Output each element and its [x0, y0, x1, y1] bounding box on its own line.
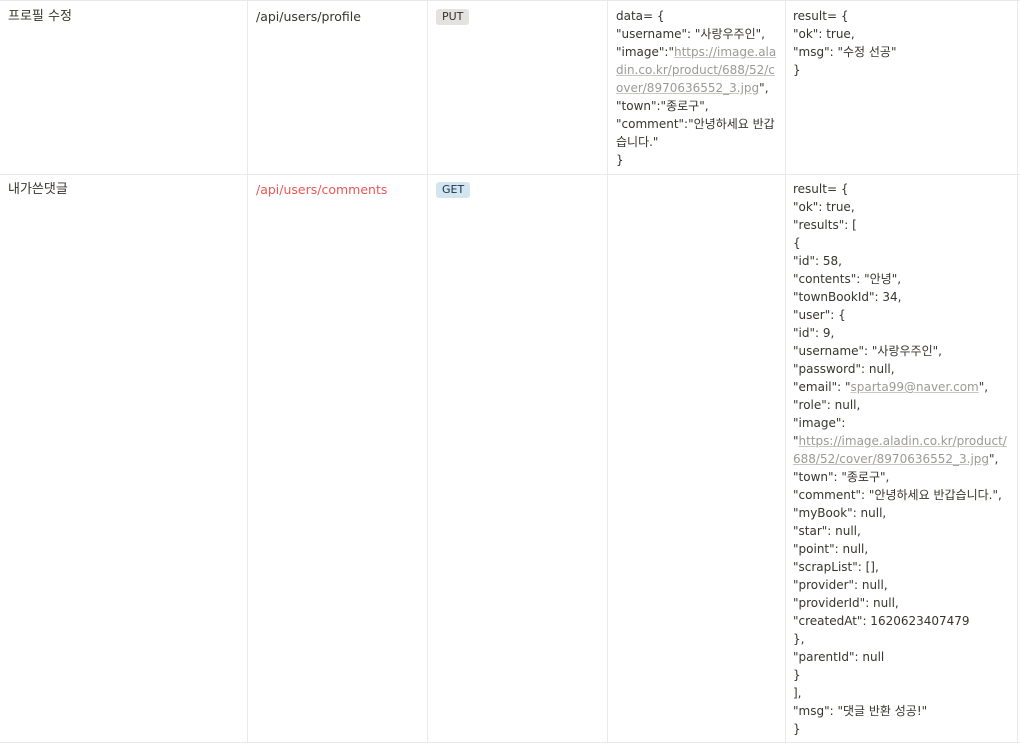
- code-line: "contents": "안녕",: [793, 272, 902, 286]
- code-line: "results": [: [793, 218, 857, 232]
- hyperlink[interactable]: https://image.aladin.co.kr/product/688/5…: [793, 434, 1007, 466]
- code-line: "comment": "안녕하세요 반갑습니다.",: [793, 488, 1002, 502]
- code-line: "town": "종로구",: [793, 470, 890, 484]
- method-badge: GET: [436, 182, 471, 198]
- code-line: result= {: [793, 182, 849, 196]
- code-line: "user": {: [793, 308, 846, 322]
- endpoint-text: /api/users/comments: [256, 182, 388, 197]
- code-line: "ok": true,: [793, 200, 855, 214]
- code-line: "comment":"안녕하세요 반갑습니다.": [616, 117, 775, 149]
- code-line: "password": null,: [793, 362, 895, 376]
- cell-request[interactable]: data= { "username": "사랑우주인", "image":"http…: [608, 1, 786, 174]
- code-line: "ok": true,: [793, 27, 855, 41]
- cell-response[interactable]: result= { "ok": true, "results": [ { "id": 5…: [786, 174, 1018, 742]
- feature-name: 프로필 수정: [8, 9, 72, 24]
- code-line: "provider": null,: [793, 578, 888, 592]
- code-line: "msg": "수정 선공": [793, 45, 897, 59]
- code-line: "parentId": null: [793, 650, 885, 664]
- code-line: }: [793, 668, 801, 682]
- code-line: "image":"https://image.aladin.co.kr/prod…: [616, 43, 777, 97]
- code-line: "https://image.aladin.co.kr/product/688/…: [793, 432, 1010, 468]
- cell-method[interactable]: PUT: [428, 1, 608, 174]
- code-line: "createdAt": 1620623407479: [793, 614, 970, 628]
- code-line: }: [793, 63, 801, 77]
- cell-feature-name[interactable]: 프로필 수정: [0, 1, 248, 174]
- feature-name: 내가쓴댓글: [8, 182, 68, 197]
- table-row: 프로필 수정 /api/users/profile PUT data= { "us…: [0, 0, 1020, 175]
- code-line: "myBook": null,: [793, 506, 887, 520]
- code-line: "id": 9,: [793, 326, 835, 340]
- code-line: data= {: [616, 9, 665, 23]
- cell-request[interactable]: [608, 174, 786, 742]
- code-line: "point": null,: [793, 542, 869, 556]
- table-row: 내가쓴댓글 /api/users/comments GET result= { "…: [0, 174, 1020, 743]
- code-line: "role": null,: [793, 398, 861, 412]
- cell-method[interactable]: GET: [428, 174, 608, 742]
- cell-endpoint[interactable]: /api/users/comments: [248, 174, 428, 742]
- code-line: "image":: [793, 416, 846, 430]
- cell-feature-name[interactable]: 내가쓴댓글: [0, 174, 248, 742]
- code-line: },: [793, 632, 805, 646]
- code-text: ",: [759, 81, 769, 95]
- code-line: result= {: [793, 9, 849, 23]
- code-line: "town":"종로구",: [616, 99, 709, 113]
- code-line: "email": "sparta99@naver.com",: [793, 378, 1010, 396]
- code-line: "username": "사랑우주인",: [616, 27, 765, 41]
- code-text: ",: [978, 380, 989, 394]
- code-text: ",: [989, 452, 999, 466]
- code-line: "townBookId": 34,: [793, 290, 902, 304]
- hyperlink[interactable]: sparta99@naver.com: [851, 380, 979, 394]
- cell-endpoint[interactable]: /api/users/profile: [248, 1, 428, 174]
- code-line: }: [793, 722, 801, 736]
- code-line: "msg": "댓글 반환 성공!": [793, 704, 928, 718]
- code-line: "providerId": null,: [793, 596, 899, 610]
- code-text: "email": ": [793, 380, 851, 394]
- code-line: "scrapList": [],: [793, 560, 879, 574]
- code-line: "star": null,: [793, 524, 861, 538]
- code-line: "username": "사랑우주인",: [793, 344, 942, 358]
- endpoint-text: /api/users/profile: [256, 9, 361, 24]
- cell-response[interactable]: result= { "ok": true, "msg": "수정 선공"}: [786, 1, 1018, 174]
- code-line: ],: [793, 686, 802, 700]
- code-line: "id": 58,: [793, 254, 842, 268]
- code-line: }: [616, 153, 624, 167]
- code-text: "image":": [616, 45, 674, 59]
- code-line: {: [793, 236, 801, 250]
- method-badge: PUT: [436, 9, 470, 25]
